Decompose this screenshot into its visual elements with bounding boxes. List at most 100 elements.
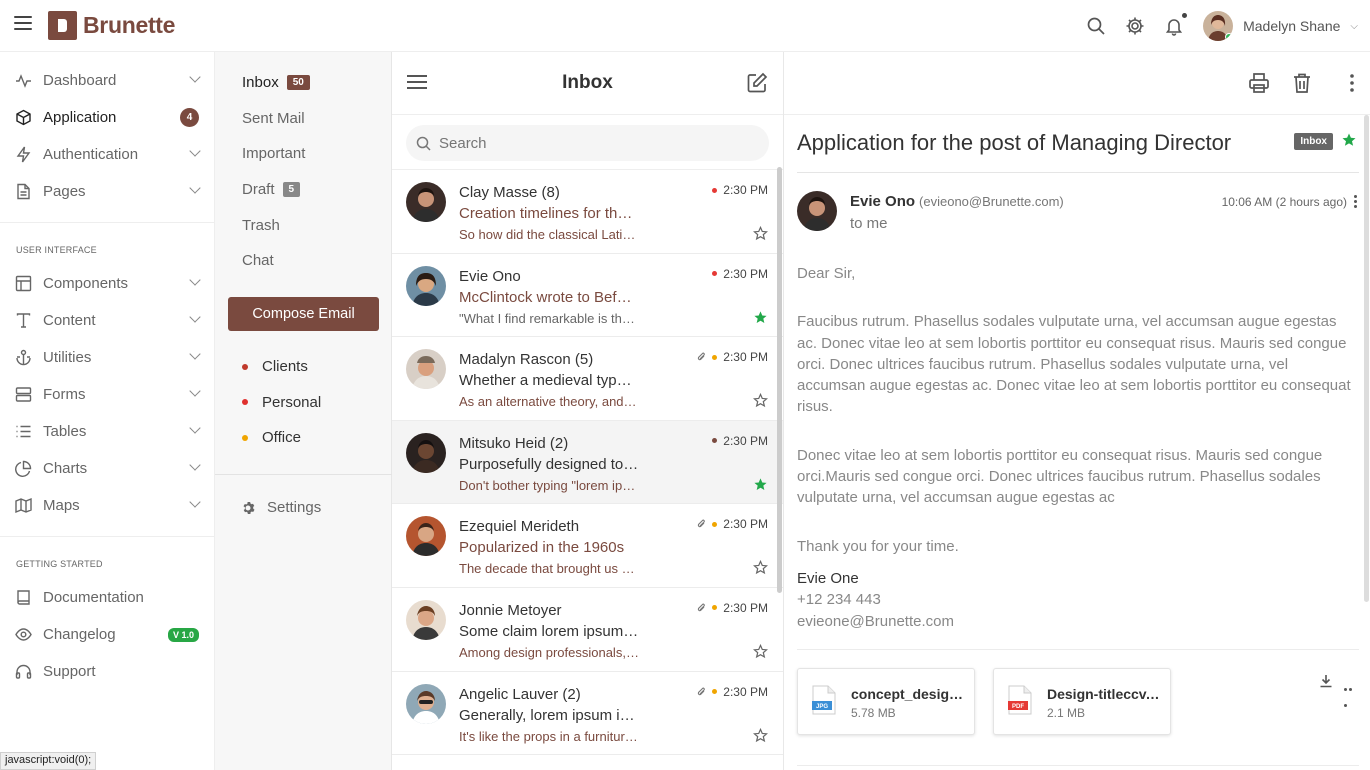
section-heading: GETTING STARTED [16, 559, 103, 569]
star-outline-icon[interactable] [753, 393, 768, 408]
mail-list-scrollbar[interactable] [777, 167, 782, 593]
top-bar: Brunette Madelyn Shane ⌵ [0, 0, 1370, 52]
mail-list-item[interactable]: Angelic Lauver (2) Generally, lorem ipsu… [392, 672, 783, 756]
mail-sender: Angelic Lauver (2) [459, 685, 581, 703]
chevron-down-icon [189, 385, 201, 397]
sidebar-item-maps[interactable]: Maps [0, 487, 214, 524]
mail-preview: As an alternative theory, and because La… [459, 394, 639, 410]
star-outline-icon[interactable] [753, 226, 768, 241]
attachments-divider [797, 649, 1359, 650]
browser-status-bar: javascript:void(0); [0, 752, 97, 770]
sidebar-item-content[interactable]: Content [0, 302, 214, 339]
email-signature: Evie One +12 234 443 evieone@Brunette.co… [797, 568, 954, 632]
label-color-dot [242, 363, 248, 370]
menu-toggle-icon[interactable] [14, 16, 32, 32]
body-paragraph: Faucibus rutrum. Phasellus sodales vulpu… [797, 313, 1351, 416]
mail-list-item[interactable]: Evie Ono McClintock wrote to Before & Af… [392, 254, 783, 338]
star-filled-icon[interactable] [753, 477, 768, 492]
label-color-dot [242, 399, 248, 406]
attachment-card[interactable]: JPG concept_design.jpg 5.78 MB [797, 668, 975, 735]
sidebar-item-documentation[interactable]: Documentation [0, 579, 214, 616]
label-office[interactable]: Office [215, 420, 392, 456]
attachment-size: 5.78 MB [851, 706, 896, 720]
mail-meta: 2:30 PM [712, 267, 768, 281]
sidebar-item-utilities[interactable]: Utilities [0, 339, 214, 376]
sender-avatar [406, 599, 446, 640]
app-logo[interactable]: Brunette [48, 11, 175, 40]
folder-trash[interactable]: Trash [215, 207, 391, 243]
star-filled-icon[interactable] [1341, 132, 1357, 148]
star-outline-icon[interactable] [753, 643, 768, 659]
sidebar-item-label: Forms [43, 386, 86, 403]
mail-preview: Don't bother typing "lorem ipsum" into G… [459, 477, 639, 493]
sidebar-item-components[interactable]: Components [0, 265, 214, 302]
folder-important[interactable]: Important [215, 136, 391, 172]
folder-inbox[interactable]: Inbox 50 [215, 65, 391, 101]
mail-sender: Evie Ono [459, 267, 521, 285]
notification-bell-icon[interactable] [1164, 13, 1188, 36]
sidebar-item-tables[interactable]: Tables [0, 413, 214, 450]
body-closing: Thank you for your time. [797, 537, 959, 555]
user-menu[interactable]: Madelyn Shane ⌵ [1203, 11, 1358, 41]
folder-draft[interactable]: Draft 5 [215, 172, 391, 208]
logo-mark [48, 11, 77, 40]
label-personal[interactable]: Personal [215, 385, 392, 421]
label-clients[interactable]: Clients [215, 349, 392, 385]
search-input[interactable] [439, 134, 739, 152]
mail-list-item-selected[interactable]: Mitsuko Heid (2) Purposefully designed t… [392, 420, 783, 505]
mail-preview: So how did the classical Latin become so… [459, 227, 639, 242]
mail-sender: Mitsuko Heid (2) [459, 434, 569, 452]
mail-settings-link[interactable]: Settings [241, 499, 321, 516]
version-badge: V 1.0 [167, 628, 199, 642]
chevron-down-icon [189, 459, 201, 471]
folder-sent-mail[interactable]: Sent Mail [215, 101, 391, 137]
more-vertical-icon[interactable] [1349, 72, 1355, 94]
paperclip-icon [698, 687, 706, 695]
header-divider [797, 172, 1359, 173]
list-menu-icon[interactable] [407, 75, 427, 91]
mail-list-item[interactable]: Madalyn Rascon (5) Whether a medieval ty… [392, 337, 783, 421]
sidebar-item-label: Pages [43, 183, 86, 200]
folder-label: Important [242, 145, 306, 163]
folders-divider [215, 474, 392, 475]
layout-icon [15, 275, 32, 292]
sidebar-item-support[interactable]: Support [0, 653, 214, 690]
mail-list-item[interactable]: Clay Masse (8) Creation timelines for th… [392, 170, 783, 254]
mail-list-item[interactable]: Jonnie Metoyer Some claim lorem ipsum th… [392, 588, 783, 672]
sidebar-item-charts[interactable]: Charts [0, 450, 214, 487]
reader-scrollbar[interactable] [1364, 115, 1369, 602]
sidebar-item-label: Documentation [43, 589, 144, 606]
star-outline-icon[interactable] [753, 560, 768, 575]
compose-edit-icon[interactable] [746, 72, 768, 94]
search-icon[interactable] [1086, 16, 1106, 36]
sidebar-item-authentication[interactable]: Authentication [0, 136, 214, 173]
label-dot [712, 605, 718, 611]
paperclip-icon [698, 603, 706, 612]
mail-search-box [406, 125, 769, 161]
attachment-card[interactable]: PDF Design-titleccv.pdf 2.1 MB [993, 668, 1171, 735]
sidebar-item-application[interactable]: Application 4 [0, 99, 214, 136]
star-outline-icon[interactable] [753, 727, 768, 743]
download-icon[interactable] [1319, 674, 1333, 688]
attachment-size: 2.1 MB [1047, 706, 1086, 720]
sidebar-item-dashboard[interactable]: Dashboard [0, 62, 214, 99]
compose-email-button[interactable]: Compose Email [228, 297, 379, 331]
mail-meta: 2:30 PM [712, 434, 768, 448]
settings-gear-icon[interactable] [1125, 16, 1145, 36]
sidebar-item-pages[interactable]: Pages [0, 173, 214, 210]
more-horizontal-icon[interactable] [1344, 678, 1358, 707]
trash-icon[interactable] [1291, 72, 1313, 94]
print-icon[interactable] [1248, 72, 1270, 94]
mail-time: 2:30 PM [723, 266, 768, 281]
message-more-icon[interactable] [1354, 195, 1358, 209]
user-avatar [1203, 11, 1234, 41]
sidebar-item-label: Authentication [43, 146, 139, 163]
mail-list-item[interactable]: Ezequiel Merideth Popularized in the 196… [392, 504, 783, 588]
sidebar-item-changelog[interactable]: Changelog V 1.0 [0, 616, 214, 653]
mail-meta: 2:30 PM [696, 601, 768, 615]
star-filled-icon[interactable] [753, 310, 768, 325]
mail-list-panel: Inbox Clay Masse (8) Creation timelines … [392, 52, 784, 770]
sidebar-item-label: Charts [43, 460, 88, 477]
sidebar-item-forms[interactable]: Forms [0, 376, 214, 413]
folder-chat[interactable]: Chat [215, 243, 391, 279]
